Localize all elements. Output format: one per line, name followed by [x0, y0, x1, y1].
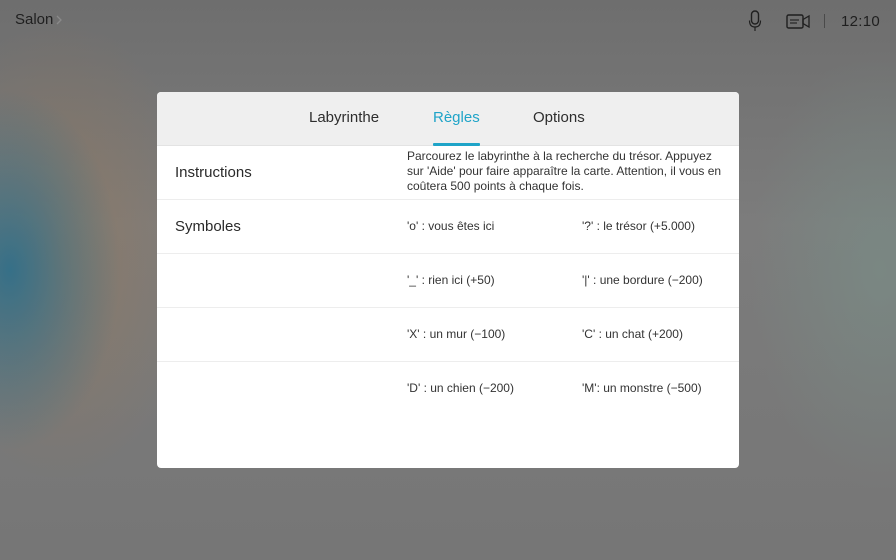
clock: 12:10 [840, 12, 880, 30]
symbol-entry: 'o' : vous êtes ici [407, 219, 495, 233]
symbols-row: Symboles 'o' : vous êtes ici '?' : le tr… [157, 200, 739, 254]
tab-regles[interactable]: Règles [433, 92, 480, 146]
symbol-entry: '?' : le trésor (+5.000) [582, 219, 695, 233]
room-selector[interactable]: Salon [15, 11, 63, 28]
symbols-label: Symboles [175, 218, 241, 235]
status-divider [823, 14, 825, 28]
instructions-row: Instructions Parcourez le labyrinthe à l… [157, 146, 739, 200]
symbol-entry: 'D' : un chien (−200) [407, 381, 514, 395]
status-area: 12:10 [748, 9, 880, 33]
instructions-text: Parcourez le labyrinthe à la recherche d… [407, 149, 722, 193]
room-name: Salon [15, 11, 54, 28]
symbol-entry: 'X' : un mur (−100) [407, 327, 506, 341]
instructions-label: Instructions [175, 164, 252, 181]
symbol-entry: 'C' : un chat (+200) [582, 327, 683, 341]
chevron-right-icon [56, 15, 63, 24]
tab-options[interactable]: Options [533, 92, 585, 146]
top-status-bar: Salon 12:10 [0, 0, 896, 42]
microphone-icon[interactable] [748, 10, 762, 32]
symbols-row: 'X' : un mur (−100) 'C' : un chat (+200) [157, 308, 739, 362]
symbol-entry: 'M': un monstre (−500) [582, 381, 702, 395]
symbol-entry: '|' : une bordure (−200) [582, 273, 703, 287]
video-call-icon[interactable] [786, 12, 810, 30]
tab-labyrinthe[interactable]: Labyrinthe [309, 92, 379, 146]
symbols-row: 'D' : un chien (−200) 'M': un monstre (−… [157, 362, 739, 416]
tab-bar: Labyrinthe Règles Options [157, 92, 739, 146]
symbol-entry: '_' : rien ici (+50) [407, 273, 495, 287]
game-dialog: Labyrinthe Règles Options Instructions P… [157, 92, 739, 468]
symbols-row: '_' : rien ici (+50) '|' : une bordure (… [157, 254, 739, 308]
